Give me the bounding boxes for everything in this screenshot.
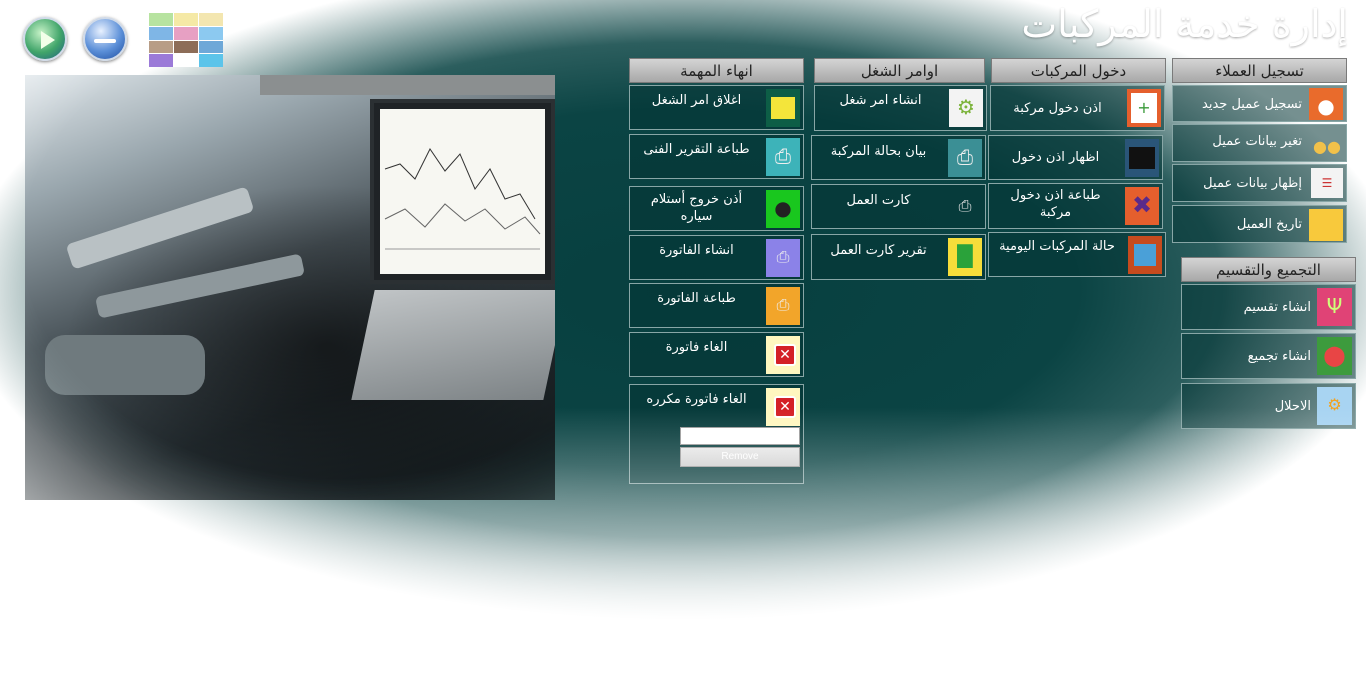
- small-printer-icon: ⎙: [958, 196, 972, 215]
- engine-rail: [95, 253, 305, 319]
- gears-icon: ⚙: [949, 89, 983, 127]
- engine-rail: [65, 186, 255, 270]
- vehicle-exit-button[interactable]: ● أذن خروج أستلام سياره: [629, 186, 804, 231]
- print-entry-label: طباعة اذن دخول مركبة: [1010, 188, 1101, 220]
- create-merge-button[interactable]: ⬤ انشاء تجميع: [1181, 333, 1356, 379]
- job-card-report-button[interactable]: █ تقرير كارت العمل: [811, 234, 986, 280]
- laptop-keyboard: [351, 290, 567, 400]
- show-customer-label: إظهار بيانات عميل: [1203, 176, 1302, 191]
- print-invoice-button[interactable]: ⎙ طباعة الفاتورة: [629, 283, 804, 328]
- cancel-icon: ✕: [766, 336, 800, 374]
- print-report-icon: ⎙: [766, 138, 800, 176]
- play-icon[interactable]: [23, 17, 67, 61]
- job-card-label: كارت العمل: [846, 193, 911, 208]
- print-invoice-label: طباعة الفاتورة: [657, 291, 736, 306]
- job-card-report-label: تقرير كارت العمل: [830, 243, 927, 258]
- print-cancel-icon: ✖: [1125, 187, 1159, 225]
- vehicle-entry-button[interactable]: + اذن دخول مركبة: [990, 85, 1165, 131]
- create-work-order-button[interactable]: ⚙ انشاء امر شغل: [814, 85, 987, 131]
- vehicle-status-label: بيان بحالة المركبة: [830, 144, 927, 159]
- show-entry-button[interactable]: اظهار اذن دخول: [988, 135, 1163, 180]
- print-tech-report-label: طباعة التقرير الفنى: [643, 142, 750, 157]
- customers-column: تسجيل العملاء: [1172, 58, 1347, 83]
- invoice-create-icon: ⎙: [766, 239, 800, 277]
- work-orders-column: اوامر الشغل: [814, 58, 985, 83]
- vehicle-exit-label: أذن خروج أستلام سياره: [650, 192, 743, 224]
- printer-icon: ⎙: [948, 139, 982, 177]
- new-customer-label: تسجيل عميل جديد: [1202, 97, 1302, 112]
- show-customer-button[interactable]: ☰ إظهار بيانات عميل: [1172, 164, 1347, 202]
- daily-status-button[interactable]: حالة المركبات اليومية: [988, 232, 1166, 277]
- create-work-order-label: انشاء امر شغل: [839, 93, 922, 108]
- graph-lines: [384, 148, 541, 250]
- grouping-header: التجميع والتقسيم: [1181, 257, 1356, 282]
- folder-dark-icon: [1125, 139, 1159, 177]
- customer-history-label: تاريخ العميل: [1236, 217, 1302, 232]
- vehicles-header: دخول المركبات: [991, 58, 1166, 83]
- grouping-column: التجميع والتقسيم: [1181, 257, 1356, 282]
- cancel-invoice-button[interactable]: ✕ الغاء فاتورة: [629, 332, 804, 377]
- task-end-column: انهاء المهمة: [629, 58, 804, 83]
- folder-icon: [1309, 209, 1343, 241]
- new-customer-button[interactable]: ● تسجيل عميل جديد: [1172, 85, 1347, 122]
- apps-thumbnail[interactable]: [149, 13, 223, 67]
- engine-laptop-photo: [25, 75, 567, 500]
- replace-icon: ⚙: [1317, 387, 1352, 425]
- daily-status-label: حالة المركبات اليومية: [999, 239, 1115, 254]
- cancel-invoice-label: الغاء فاتورة: [665, 340, 728, 355]
- edit-customer-label: تغير بيانات عميل: [1212, 134, 1302, 149]
- print-tech-report-button[interactable]: ⎙ طباعة التقرير الفنى: [629, 134, 804, 179]
- diagnostic-graph: [380, 109, 545, 274]
- customer-history-button[interactable]: تاريخ العميل: [1172, 205, 1347, 243]
- app-background: إدارة خدمة المركبات تسجيل العملاء ● تسجي…: [0, 0, 1366, 679]
- vehicle-entry-label: اذن دخول مركبة: [1013, 101, 1102, 116]
- person-exit-icon: ●: [766, 190, 800, 228]
- merge-icon: ⬤: [1317, 337, 1352, 375]
- split-icon: Ψ: [1317, 288, 1352, 326]
- create-invoice-label: انشاء الفاتورة: [659, 243, 734, 258]
- page-title: إدارة خدمة المركبات: [1021, 2, 1348, 46]
- create-merge-label: انشاء تجميع: [1247, 349, 1311, 364]
- create-split-label: انشاء تقسيم: [1243, 300, 1311, 315]
- monitor-icon: [1128, 236, 1162, 274]
- replacement-label: الاحلال: [1274, 399, 1311, 414]
- task-end-header: انهاء المهمة: [629, 58, 804, 83]
- document-add-icon: +: [1127, 89, 1161, 127]
- cancel-duplicate-icon[interactable]: ✕: [766, 388, 800, 426]
- customers-header: تسجيل العملاء: [1172, 58, 1347, 83]
- invoice-print-icon: ⎙: [766, 287, 800, 325]
- cancel-duplicate-invoice-panel: ✕ الغاء فاتورة مكرره Remove: [629, 384, 804, 484]
- users-icon: ●●: [1313, 137, 1341, 156]
- vehicles-column: دخول المركبات: [991, 58, 1166, 83]
- remove-button[interactable]: Remove: [680, 447, 800, 467]
- close-work-order-button[interactable]: اغلاق امر الشغل: [629, 85, 804, 130]
- report-chart-icon: █: [948, 238, 982, 276]
- create-split-button[interactable]: Ψ انشاء تقسيم: [1181, 284, 1356, 330]
- engine-block: [45, 335, 205, 395]
- invoice-number-input[interactable]: [680, 427, 800, 445]
- edit-customer-button[interactable]: ●● تغير بيانات عميل: [1172, 124, 1347, 162]
- person-icon: ●: [1309, 88, 1343, 120]
- laptop-screen: [370, 99, 555, 284]
- show-entry-label: اظهار اذن دخول: [1011, 150, 1100, 165]
- vehicle-status-button[interactable]: ⎙ بيان بحالة المركبة: [811, 135, 986, 180]
- minimize-icon[interactable]: [83, 17, 127, 61]
- list-icon: ☰: [1311, 168, 1343, 198]
- close-work-order-label: اغلاق امر الشغل: [651, 93, 742, 108]
- sticky-notes-icon: [766, 89, 800, 127]
- photo-caption-bar: [260, 75, 555, 95]
- cancel-duplicate-invoice-label: الغاء فاتورة مكرره: [646, 392, 747, 407]
- work-orders-header: اوامر الشغل: [814, 58, 985, 83]
- replacement-button[interactable]: ⚙ الاحلال: [1181, 383, 1356, 429]
- print-entry-button[interactable]: ✖ طباعة اذن دخول مركبة: [988, 183, 1163, 229]
- job-card-button[interactable]: ⎙ كارت العمل: [811, 184, 986, 229]
- create-invoice-button[interactable]: ⎙ انشاء الفاتورة: [629, 235, 804, 280]
